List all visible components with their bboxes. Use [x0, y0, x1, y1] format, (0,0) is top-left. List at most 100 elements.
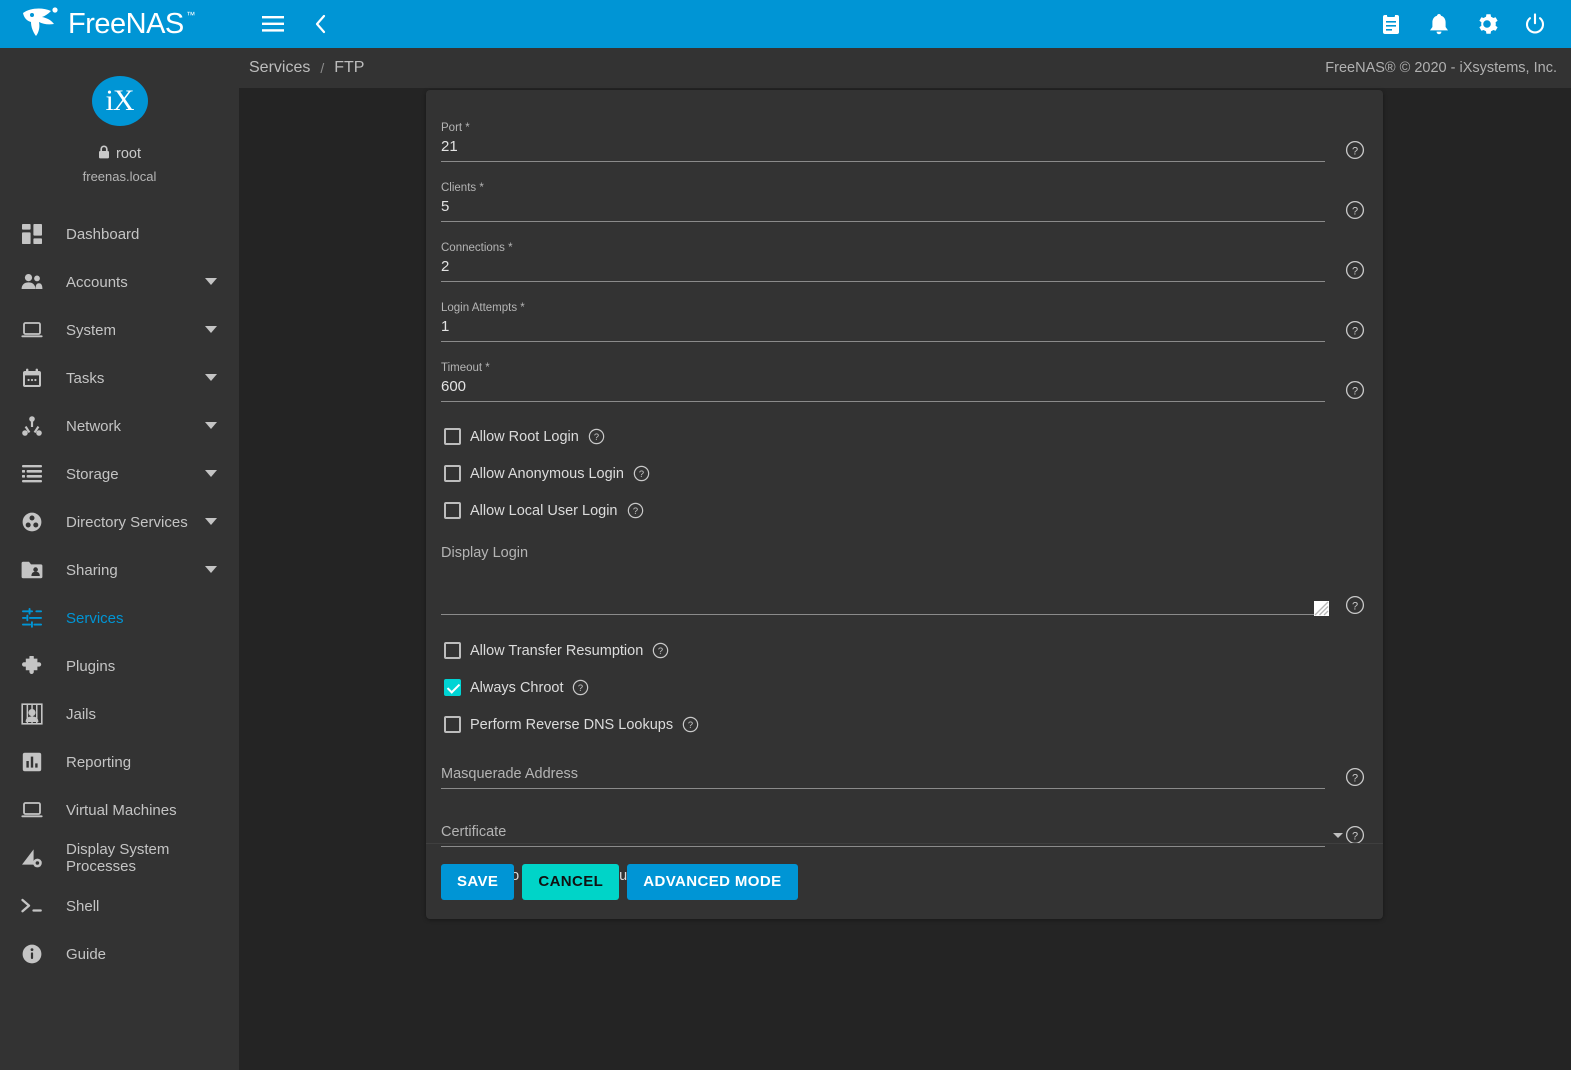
help-icon[interactable]: ?: [1345, 825, 1365, 845]
help-icon[interactable]: ?: [1345, 380, 1365, 400]
field-timeout: Timeout * ?: [441, 348, 1325, 402]
checkbox-box[interactable]: [444, 502, 461, 519]
save-button[interactable]: SAVE: [441, 864, 514, 900]
sidebar-item-dashboard[interactable]: Dashboard: [0, 210, 239, 258]
help-icon[interactable]: ?: [572, 679, 589, 696]
checkbox-box[interactable]: [444, 679, 461, 696]
breadcrumb-parent[interactable]: Services: [249, 59, 310, 77]
checkbox-perform-reverse-dns-lookups[interactable]: Perform Reverse DNS Lookups ?: [444, 706, 1325, 743]
chevron-down-icon[interactable]: [205, 422, 217, 430]
sharing-folder-icon: [14, 561, 50, 579]
checkbox-allow-root-login[interactable]: Allow Root Login ?: [444, 418, 1325, 455]
checkbox-label: Allow Transfer Resumption: [470, 643, 643, 659]
sidebar-item-storage[interactable]: Storage: [0, 450, 239, 498]
checkbox-allow-local-user-login[interactable]: Allow Local User Login ?: [444, 492, 1325, 529]
breadcrumb-separator: /: [320, 60, 324, 76]
reporting-chart-icon: [14, 752, 50, 772]
clipboard-tasks-icon[interactable]: [1367, 0, 1415, 48]
system-processes-icon: [14, 848, 50, 868]
checkbox-box[interactable]: [444, 716, 461, 733]
sidebar-label: System: [66, 322, 205, 339]
logged-in-user: root: [98, 145, 141, 163]
checkbox-allow-anonymous-login[interactable]: Allow Anonymous Login ?: [444, 455, 1325, 492]
checkbox-box[interactable]: [444, 428, 461, 445]
sidebar-item-virtual-machines[interactable]: Virtual Machines: [0, 786, 239, 834]
sidebar-item-shell[interactable]: Shell: [0, 882, 239, 930]
svg-text:?: ?: [639, 469, 644, 479]
trademark-mark: ™: [186, 10, 195, 20]
chevron-down-icon[interactable]: [205, 278, 217, 286]
brand-wordmark: FreeNAS™: [68, 8, 184, 41]
help-icon[interactable]: ?: [1345, 140, 1365, 160]
power-icon[interactable]: [1511, 0, 1559, 48]
sidebar-item-accounts[interactable]: Accounts: [0, 258, 239, 306]
checkbox-always-chroot[interactable]: Always Chroot ?: [444, 669, 1325, 706]
checkbox-box[interactable]: [444, 465, 461, 482]
svg-text:?: ?: [594, 432, 599, 442]
login-attempts-input[interactable]: [441, 317, 1325, 342]
checkbox-box[interactable]: [444, 642, 461, 659]
help-icon[interactable]: ?: [652, 642, 669, 659]
timeout-input[interactable]: [441, 377, 1325, 402]
field-clients: Clients * ?: [441, 168, 1325, 222]
chevron-left-icon[interactable]: [297, 0, 345, 48]
chevron-down-icon[interactable]: [205, 374, 217, 382]
chevron-down-icon[interactable]: [205, 326, 217, 334]
sidebar-item-tasks[interactable]: Tasks: [0, 354, 239, 402]
sidebar-item-directory-services[interactable]: Directory Services: [0, 498, 239, 546]
gear-settings-icon[interactable]: [1463, 0, 1511, 48]
sidebar-item-guide[interactable]: Guide: [0, 930, 239, 978]
sidebar-item-network[interactable]: Network: [0, 402, 239, 450]
sidebar-label: Sharing: [66, 562, 205, 579]
hamburger-menu-icon[interactable]: [249, 0, 297, 48]
help-icon[interactable]: ?: [1345, 260, 1365, 280]
field-login-attempts: Login Attempts * ?: [441, 288, 1325, 342]
help-icon[interactable]: ?: [1345, 767, 1365, 787]
help-icon[interactable]: ?: [682, 716, 699, 733]
jails-icon: [14, 703, 50, 725]
field-label: Connections *: [441, 241, 1325, 255]
accounts-people-icon: [14, 273, 50, 291]
help-icon[interactable]: ?: [1345, 595, 1365, 615]
chevron-down-icon[interactable]: [205, 518, 217, 526]
advanced-mode-button[interactable]: ADVANCED MODE: [627, 864, 797, 900]
port-input[interactable]: [441, 137, 1325, 162]
svg-text:?: ?: [1352, 385, 1358, 397]
help-icon[interactable]: ?: [627, 502, 644, 519]
network-icon: [14, 416, 50, 436]
shell-terminal-icon: [14, 898, 50, 914]
guide-info-icon: [14, 944, 50, 964]
sidebar-item-reporting[interactable]: Reporting: [0, 738, 239, 786]
checkbox-label: Allow Local User Login: [470, 503, 618, 519]
masquerade-address-input[interactable]: [441, 765, 1325, 789]
connections-input[interactable]: [441, 257, 1325, 282]
textarea-resize-grip[interactable]: [1314, 601, 1329, 616]
cancel-button[interactable]: CANCEL: [522, 864, 619, 900]
chevron-down-icon[interactable]: [205, 470, 217, 478]
checkbox-allow-transfer-resumption[interactable]: Allow Transfer Resumption ?: [444, 632, 1325, 669]
display-login-textarea[interactable]: [441, 565, 1325, 615]
sidebar-item-services[interactable]: Services: [0, 594, 239, 642]
help-icon[interactable]: ?: [633, 465, 650, 482]
chevron-down-icon[interactable]: [205, 566, 217, 574]
clients-input[interactable]: [441, 197, 1325, 222]
sidebar-item-plugins[interactable]: Plugins: [0, 642, 239, 690]
chevron-down-icon[interactable]: [1333, 833, 1343, 838]
help-icon[interactable]: ?: [588, 428, 605, 445]
sidebar-item-sharing[interactable]: Sharing: [0, 546, 239, 594]
field-label: Port *: [441, 121, 1325, 135]
sidebar-label: Virtual Machines: [66, 802, 239, 819]
help-icon[interactable]: ?: [1345, 200, 1365, 220]
help-icon[interactable]: ?: [1345, 320, 1365, 340]
sidebar-item-jails[interactable]: Jails: [0, 690, 239, 738]
sidebar-item-system[interactable]: System: [0, 306, 239, 354]
sidebar-item-display-system-processes[interactable]: Display System Processes: [0, 834, 239, 882]
bell-notifications-icon[interactable]: [1415, 0, 1463, 48]
brand-logo[interactable]: FreeNAS™: [0, 0, 239, 48]
svg-text:?: ?: [688, 720, 693, 730]
lock-icon: [98, 145, 110, 163]
ftp-settings-form-card: Port * ? Clients * ?: [426, 90, 1383, 919]
field-masquerade-address: ?: [441, 743, 1325, 789]
sidebar-nav: Dashboard Accounts: [0, 210, 239, 978]
sidebar-label: Dashboard: [66, 226, 239, 243]
